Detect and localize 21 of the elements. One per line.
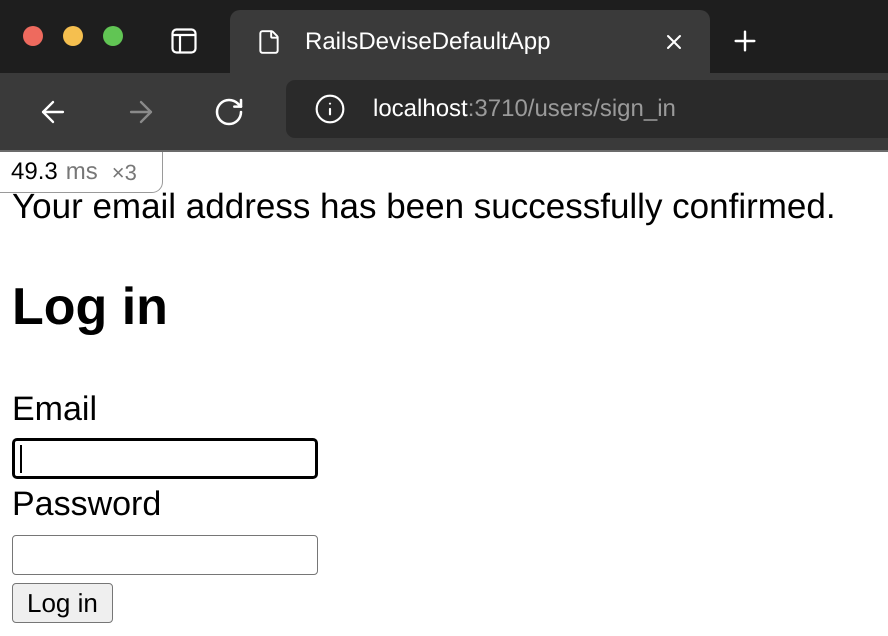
page-heading: Log in (12, 277, 169, 337)
field-label: Password (12, 484, 162, 525)
maximize-window-icon[interactable] (103, 26, 123, 46)
browser-tab[interactable]: RailsDeviseDefaultApp (230, 10, 710, 73)
reload-icon[interactable] (213, 96, 245, 128)
count-label: ×3 (112, 158, 137, 186)
minimize-window-icon[interactable] (63, 26, 83, 46)
login-button[interactable]: Log in (12, 583, 113, 623)
text-cursor-icon (20, 444, 22, 472)
input-field[interactable] (12, 438, 318, 479)
field-label: Email (12, 389, 98, 430)
tab-title: RailsDeviseDefaultApp (305, 26, 550, 56)
sidebar-icon[interactable] (171, 28, 197, 54)
close-window-icon[interactable] (23, 26, 43, 46)
input-field[interactable] (12, 535, 318, 575)
time-unit: ms (66, 157, 98, 187)
url-text: localhost:3710/users/sign_in (373, 94, 676, 124)
info-icon[interactable] (314, 92, 346, 124)
time-value: 49.3 (11, 157, 58, 187)
address-bar[interactable]: localhost:3710/users/sign_in (286, 80, 888, 138)
profiler-badge[interactable]: 49.3 ms ×3 (0, 152, 163, 193)
